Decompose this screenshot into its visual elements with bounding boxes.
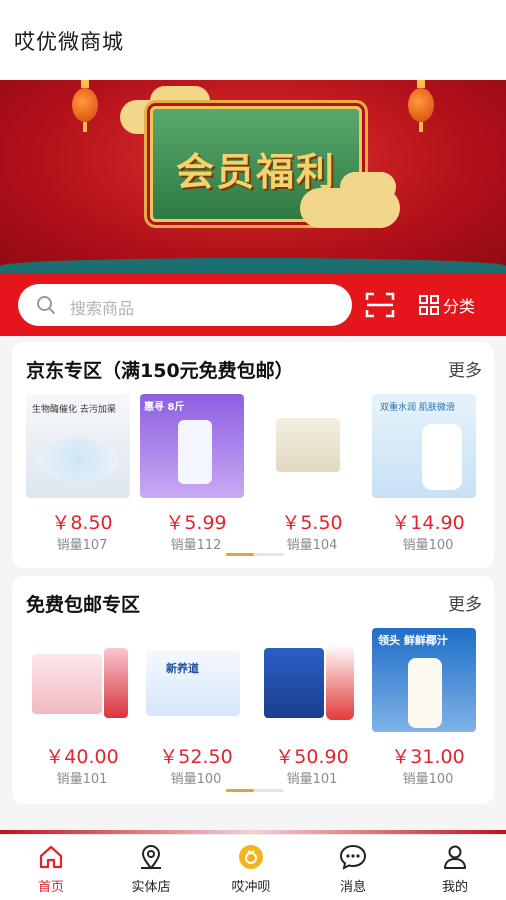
- product-price: ￥5.50: [281, 512, 343, 534]
- product-card[interactable]: 生物酶催化 去污加渠 ￥8.50 销量107: [26, 394, 138, 564]
- product-image[interactable]: 新养道: [140, 628, 244, 732]
- product-image[interactable]: [256, 394, 360, 498]
- product-card[interactable]: ￥40.00 销量101: [26, 628, 138, 798]
- app-title: 哎优微商城: [14, 30, 124, 54]
- product-sales: 销量107: [56, 538, 108, 553]
- top-bar: 哎优微商城: [0, 0, 506, 80]
- product-price: ￥5.99: [165, 512, 227, 534]
- product-image[interactable]: [256, 628, 360, 732]
- tab-home[interactable]: 首页: [11, 841, 91, 899]
- home-icon: [39, 845, 63, 869]
- section-title: 免费包邮专区: [26, 594, 141, 616]
- message-icon: [339, 844, 367, 870]
- box-decoration: [276, 418, 340, 472]
- product-card[interactable]: ￥5.50 销量104: [256, 394, 368, 564]
- carousel-indicator: [226, 553, 284, 556]
- lantern-left-icon: [72, 80, 98, 132]
- tab-coin[interactable]: 哎冲呗: [211, 841, 291, 899]
- location-icon: [141, 845, 161, 870]
- pump-bottle-decoration: [422, 424, 462, 490]
- product-price: ￥14.90: [391, 512, 465, 534]
- product-image-text: 惠寻 8斤: [144, 402, 185, 413]
- product-sales: 销量112: [170, 538, 222, 553]
- box-decoration: [32, 654, 102, 714]
- product-card[interactable]: 领头 鲜鲜椰汁 ￥31.00 销量100: [372, 628, 484, 798]
- bottle-decoration: [326, 644, 354, 720]
- product-image-text: 新养道: [166, 662, 199, 675]
- tab-label: 实体店: [131, 880, 171, 895]
- tab-profile[interactable]: 我的: [415, 841, 495, 899]
- category-button[interactable]: 分类: [418, 292, 475, 318]
- bottle-decoration: [178, 420, 212, 484]
- product-price: ￥8.50: [51, 512, 113, 534]
- section-jd: 京东专区（满150元免费包邮） 更多 生物酶催化 去污加渠 ￥8.50 销量10…: [12, 342, 494, 568]
- search-bar: 搜索商品 分类: [0, 274, 506, 336]
- product-card[interactable]: 双重水润 肌肤微滑 ￥14.90 销量100: [372, 394, 484, 564]
- bubble-decoration: [38, 438, 118, 482]
- product-card[interactable]: 新养道 ￥52.50 销量100: [140, 628, 252, 798]
- tab-label: 我的: [441, 880, 468, 895]
- promo-banner[interactable]: 会员福利: [0, 80, 506, 274]
- product-card[interactable]: ￥50.90 销量101: [256, 628, 368, 798]
- bottle-decoration: [408, 658, 442, 728]
- product-image[interactable]: [26, 628, 130, 732]
- product-image[interactable]: 领头 鲜鲜椰汁: [372, 628, 476, 732]
- product-image[interactable]: 惠寻 8斤: [140, 394, 244, 498]
- product-image[interactable]: 生物酶催化 去污加渠: [26, 394, 130, 498]
- tab-stores[interactable]: 实体店: [111, 841, 191, 899]
- product-sales: 销量100: [402, 538, 454, 553]
- product-sales: 销量101: [56, 772, 108, 787]
- section-title: 京东专区（满150元免费包邮）: [26, 360, 294, 382]
- product-price: ￥31.00: [391, 746, 465, 768]
- tab-messages[interactable]: 消息: [313, 841, 393, 899]
- search-icon: [37, 296, 55, 314]
- box-decoration: [264, 648, 324, 718]
- category-label: 分类: [443, 297, 476, 316]
- product-image-text: 领头 鲜鲜椰汁: [378, 634, 448, 647]
- product-sales: 销量104: [286, 538, 338, 553]
- carousel-indicator: [226, 789, 284, 792]
- product-image[interactable]: 双重水润 肌肤微滑: [372, 394, 476, 498]
- cloud-right2-decoration: [340, 172, 396, 202]
- product-sales: 销量100: [402, 772, 454, 787]
- scan-icon[interactable]: [364, 289, 396, 321]
- product-card[interactable]: 惠寻 8斤 ￥5.99 销量112: [140, 394, 252, 564]
- tab-label: 消息: [339, 880, 366, 895]
- product-price: ￥40.00: [45, 746, 119, 768]
- bottom-tab-bar: 首页 实体店 哎冲呗 消息 我的: [0, 834, 506, 900]
- more-link[interactable]: 更多: [448, 356, 482, 381]
- product-image-text: 生物酶催化 去污加渠: [32, 405, 116, 415]
- user-icon: [444, 845, 466, 869]
- banner-wave: [0, 258, 506, 274]
- search-input[interactable]: 搜索商品: [18, 284, 352, 326]
- tab-label: 首页: [37, 880, 64, 895]
- bottle-decoration: [104, 648, 128, 718]
- section-free-shipping: 免费包邮专区 更多 ￥40.00 销量101 新养道 ￥52.50 销量100 …: [12, 576, 494, 804]
- product-price: ￥52.50: [159, 746, 233, 768]
- coin-icon: [239, 845, 263, 869]
- search-placeholder: 搜索商品: [70, 299, 135, 318]
- lantern-right-icon: [408, 80, 434, 132]
- more-link[interactable]: 更多: [448, 590, 482, 615]
- grid-icon: [419, 295, 439, 315]
- product-image-text: 双重水润 肌肤微滑: [380, 403, 455, 413]
- tab-label: 哎冲呗: [231, 880, 271, 895]
- product-sales: 销量100: [170, 772, 222, 787]
- product-sales: 销量101: [286, 772, 338, 787]
- product-price: ￥50.90: [275, 746, 349, 768]
